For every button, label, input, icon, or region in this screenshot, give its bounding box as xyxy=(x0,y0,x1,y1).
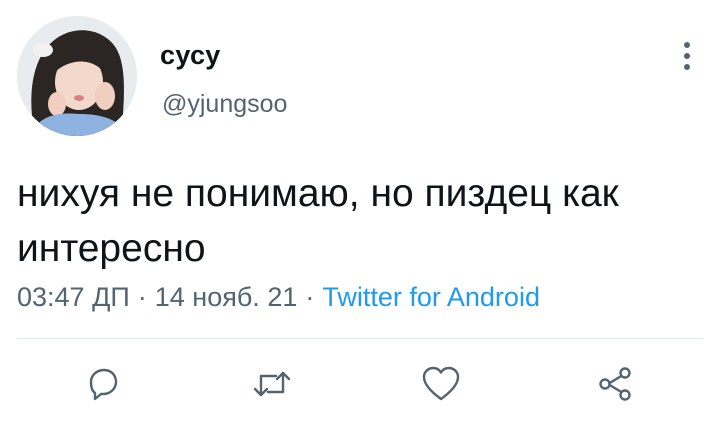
reply-button[interactable] xyxy=(79,360,127,408)
meta-separator: · xyxy=(137,282,147,312)
tweet-text: нихуя не понимаю, но пиздец как интересн… xyxy=(17,172,619,270)
tweet-time[interactable]: 03:47 ДП xyxy=(17,282,130,312)
retweet-icon xyxy=(253,371,291,397)
like-button[interactable] xyxy=(417,360,465,408)
heart-icon xyxy=(422,366,460,401)
tweet-source-link[interactable]: Twitter for Android xyxy=(322,282,540,312)
share-button[interactable] xyxy=(591,360,639,408)
retweet-button[interactable] xyxy=(248,360,296,408)
user-handle[interactable]: @yjungsoo xyxy=(162,90,287,119)
more-vertical-icon xyxy=(684,42,690,70)
display-name[interactable]: сусу xyxy=(160,40,221,71)
reply-icon xyxy=(89,368,118,401)
share-icon xyxy=(599,367,631,401)
divider xyxy=(17,338,703,339)
avatar-image xyxy=(17,16,137,136)
tweet-meta: 03:47 ДП · 14 нояб. 21 · Twitter for Android xyxy=(17,282,540,313)
avatar[interactable] xyxy=(17,16,137,136)
meta-separator: · xyxy=(305,282,315,312)
more-options-button[interactable] xyxy=(672,38,702,74)
tweet-date[interactable]: 14 нояб. 21 xyxy=(155,282,298,312)
